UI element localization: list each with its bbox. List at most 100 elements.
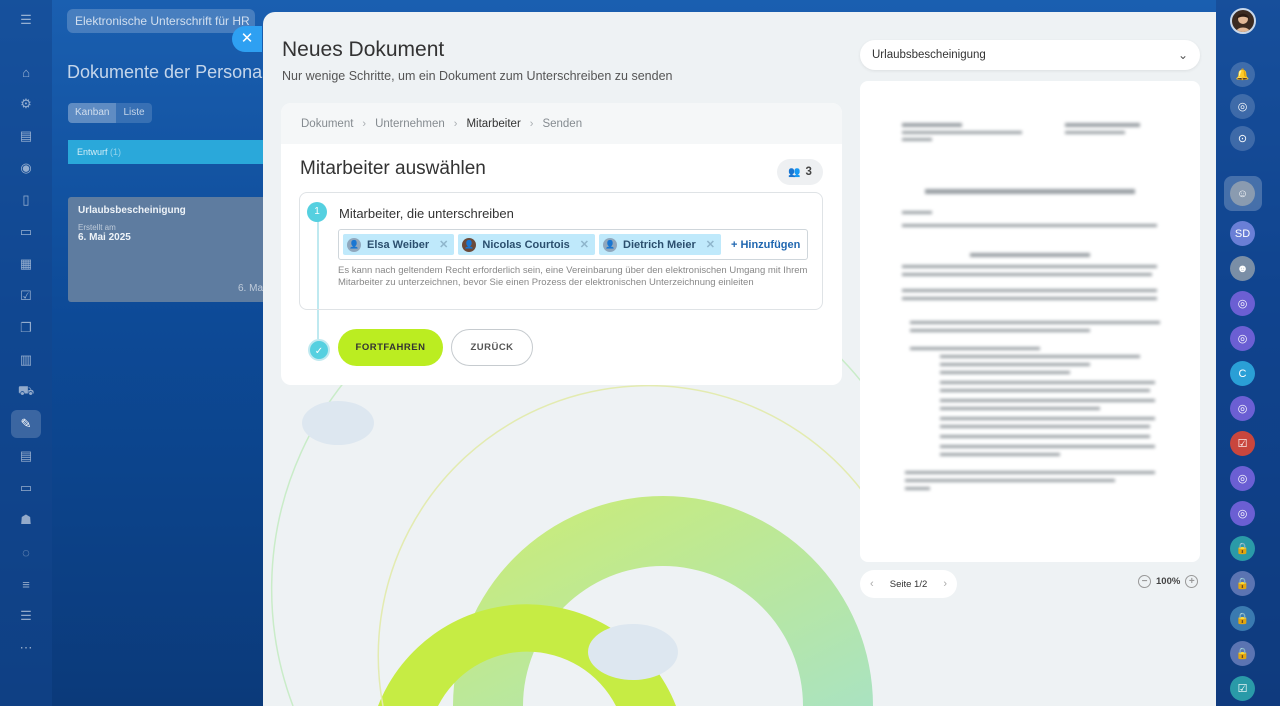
channel-icon[interactable]: ◎	[1230, 396, 1255, 421]
signer-tag[interactable]: 👤 Dietrich Meier ✕	[599, 234, 721, 255]
remove-icon[interactable]: ✕	[439, 238, 448, 251]
card-title: Urlaubsbescheinigung	[78, 205, 186, 216]
add-signer-link[interactable]: + Hinzufügen	[731, 239, 800, 251]
avatar: 👤	[603, 237, 618, 252]
remove-icon[interactable]: ✕	[706, 238, 715, 251]
file-icon[interactable]: ▯	[16, 190, 36, 210]
sign-icon[interactable]: ✎	[11, 410, 41, 438]
bell-icon[interactable]: 🔔	[1230, 62, 1255, 87]
panel-subtitle: Nur wenige Schritte, um ein Dokument zum…	[282, 69, 673, 83]
list-icon[interactable]: ☰	[16, 606, 36, 626]
task-icon[interactable]: ☑	[1230, 431, 1255, 456]
avatar-sd[interactable]: SD	[1230, 221, 1255, 246]
kanban-column-header: Entwurf (1)	[68, 140, 268, 164]
wizard-card: Dokument › Unternehmen › Mitarbeiter › S…	[281, 103, 842, 385]
chevron-right-icon: ›	[362, 117, 367, 130]
card-created-date: 6. Mai 2025	[78, 232, 131, 243]
filter-icon[interactable]: ≡	[16, 574, 36, 594]
breadcrumb-employees[interactable]: Mitarbeiter	[466, 118, 520, 130]
signers-input[interactable]: 👤 Elsa Weiber ✕ 👤 Nicolas Courtois ✕ 👤 D…	[338, 229, 808, 260]
document-preview	[860, 81, 1200, 562]
archive-icon[interactable]: ▤	[16, 446, 36, 466]
grid-icon[interactable]: ⋯	[16, 638, 36, 658]
task-icon[interactable]: ☑	[1230, 676, 1255, 701]
cart-icon[interactable]: ⛟	[16, 382, 36, 402]
settings-icon[interactable]: ⚙	[16, 94, 36, 114]
step-number: 1	[307, 202, 327, 222]
lock-icon[interactable]: 🔒	[1230, 606, 1255, 631]
back-button[interactable]: ZURÜCK	[451, 329, 533, 366]
chevron-right-icon: ›	[529, 117, 534, 130]
background-view-tabs: Kanban Liste	[68, 103, 152, 123]
section-title: Mitarbeiter auswählen	[300, 158, 486, 179]
signer-name: Elsa Weiber	[367, 238, 430, 251]
inbox-icon[interactable]: ▭	[16, 478, 36, 498]
tab-kanban[interactable]: Kanban	[68, 103, 117, 123]
card-date-partial: 6. Ma	[238, 283, 264, 294]
breadcrumb-send[interactable]: Senden	[542, 118, 582, 130]
lock-icon[interactable]: 🔒	[1230, 641, 1255, 666]
background-search[interactable]: Elektronische Unterschrift für HR	[67, 9, 255, 33]
breadcrumb-company[interactable]: Unternehmen	[375, 118, 445, 130]
step-label: Mitarbeiter, die unterschreiben	[339, 206, 514, 221]
channel-icon[interactable]: ◎	[1230, 466, 1255, 491]
lock-icon[interactable]: 🔒	[1230, 571, 1255, 596]
search-chat-icon[interactable]: ⊙	[1230, 126, 1255, 151]
employee-count-badge[interactable]: 👥 3	[777, 159, 823, 185]
panel-title: Neues Dokument	[282, 38, 445, 61]
avatar-group[interactable]: ☻	[1230, 256, 1255, 281]
tab-list[interactable]: Liste	[116, 103, 151, 123]
channel-icon[interactable]: ◎	[1230, 501, 1255, 526]
menu-icon[interactable]: ☰	[16, 10, 36, 30]
employee-count: 3	[805, 166, 812, 178]
breadcrumb-document[interactable]: Dokument	[301, 118, 353, 130]
channel-icon[interactable]: ◎	[1230, 326, 1255, 351]
signers-step: 1 Mitarbeiter, die unterschreiben 👤 Elsa…	[299, 192, 823, 310]
signer-tag[interactable]: 👤 Elsa Weiber ✕	[343, 234, 455, 255]
card-created-label: Erstellt am	[78, 223, 116, 232]
signer-name: Dietrich Meier	[623, 238, 696, 251]
avatar: 👤	[462, 237, 477, 252]
column-count: (1)	[110, 147, 122, 157]
signer-tag[interactable]: 👤 Nicolas Courtois ✕	[458, 234, 596, 255]
chevron-right-icon: ›	[453, 117, 458, 130]
page-navigator: ‹ Seite 1/2 ›	[860, 570, 957, 598]
document-select[interactable]: Urlaubsbescheinigung ⌄	[860, 40, 1200, 70]
task-icon[interactable]: ☑	[16, 286, 36, 306]
left-nav-rail: ☰ ⌂ ⚙ ▤ ◉ ▯ ▭ ▦ ☑ ❐ ▥ ⛟ ✎ ▤ ▭ ☗ ◌ ≡ ☰ ⋯	[0, 0, 52, 706]
zoom-out-icon[interactable]: −	[1138, 575, 1151, 588]
blurred-document-page	[902, 123, 1160, 490]
kanban-card[interactable]: Urlaubsbescheinigung Erstellt am 6. Mai …	[68, 197, 268, 302]
new-document-panel: Neues Dokument Nur wenige Schritte, um e…	[263, 12, 1216, 706]
globe-icon[interactable]: ◌	[16, 542, 36, 562]
robot-icon[interactable]: ☗	[16, 510, 36, 530]
avatar-contact[interactable]: ☺	[1230, 181, 1255, 206]
zoom-in-icon[interactable]: +	[1185, 575, 1199, 588]
lock-icon[interactable]: 🔒	[1230, 536, 1255, 561]
channel-icon[interactable]: ◎	[1230, 291, 1255, 316]
signer-name: Nicolas Courtois	[482, 238, 570, 251]
page-indicator: Seite 1/2	[889, 578, 928, 590]
continue-button[interactable]: FORTFAHREN	[338, 329, 443, 366]
previous-page-icon[interactable]: ‹	[870, 578, 874, 590]
target-icon[interactable]: ◎	[1230, 94, 1255, 119]
board-icon[interactable]: ▦	[16, 254, 36, 274]
next-page-icon[interactable]: ›	[943, 578, 947, 590]
user-avatar[interactable]	[1230, 8, 1256, 34]
remove-icon[interactable]: ✕	[580, 238, 589, 251]
chart-icon[interactable]: ▥	[16, 350, 36, 370]
close-icon[interactable]: ✕	[232, 26, 262, 52]
legal-hint: Es kann nach geltendem Recht erforderlic…	[338, 265, 808, 288]
home-icon[interactable]: ⌂	[16, 62, 36, 82]
chevron-down-icon: ⌄	[1177, 48, 1188, 62]
zoom-control: − 100% +	[1138, 575, 1199, 588]
avatar-c[interactable]: C	[1230, 361, 1255, 386]
users-icon[interactable]: ◉	[16, 158, 36, 178]
column-title: Entwurf	[77, 147, 108, 157]
check-icon: ✓	[308, 339, 330, 361]
document-icon[interactable]: ▤	[16, 126, 36, 146]
background-page-title: Dokumente der Personalabteilung	[67, 62, 267, 82]
avatar: 👤	[347, 237, 361, 252]
copy-icon[interactable]: ❐	[16, 318, 36, 338]
card-icon[interactable]: ▭	[16, 222, 36, 242]
